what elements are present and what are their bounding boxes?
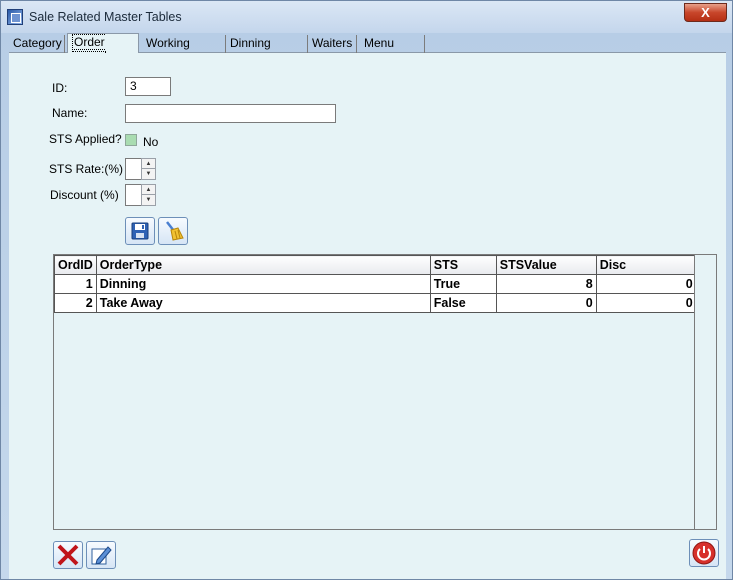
order-types-panel: ID: 3 Name: STS Applied? No STS Rate:(%)…: [9, 53, 726, 579]
cell-ordertype[interactable]: Dinning: [95, 274, 431, 294]
discount-stepper[interactable]: ▲ ▼: [125, 184, 156, 206]
floppy-disk-icon: [131, 222, 149, 240]
title-bar[interactable]: Sale Related Master Tables X: [1, 1, 732, 33]
table-header-row: OrdID OrderType STS STSValue Disc: [54, 255, 697, 275]
cell-disc[interactable]: 0: [595, 293, 697, 313]
column-header-ordertype[interactable]: OrderType: [95, 255, 431, 275]
column-header-disc[interactable]: Disc: [595, 255, 697, 275]
id-label: ID:: [52, 81, 68, 95]
window-title: Sale Related Master Tables: [29, 10, 182, 24]
data-table: OrdID OrderType STS STSValue Disc 1 Dinn…: [54, 255, 697, 313]
tab-waiters[interactable]: Waiters: [308, 35, 357, 53]
cell-sts[interactable]: False: [429, 293, 497, 313]
discount-spin-buttons: ▲ ▼: [141, 184, 156, 206]
column-header-stsvalue[interactable]: STSValue: [495, 255, 597, 275]
sts-applied-value: No: [143, 135, 159, 149]
close-button[interactable]: X: [684, 3, 727, 22]
spin-down-icon[interactable]: ▼: [142, 169, 155, 179]
name-label: Name:: [52, 106, 88, 120]
order-types-grid[interactable]: OrdID OrderType STS STSValue Disc 1 Dinn…: [53, 254, 717, 530]
tab-order-types[interactable]: Order Types: [67, 33, 139, 67]
column-header-sts[interactable]: STS: [429, 255, 497, 275]
delete-button[interactable]: [53, 541, 83, 569]
id-field[interactable]: 3: [125, 77, 171, 96]
column-header-ordid[interactable]: OrdID: [54, 255, 97, 275]
cell-sts[interactable]: True: [429, 274, 497, 294]
table-row[interactable]: 1 Dinning True 8 0: [54, 274, 697, 294]
main-window: Sale Related Master Tables X Category Or…: [0, 0, 733, 580]
edit-button[interactable]: [86, 541, 116, 569]
red-x-icon: [57, 544, 79, 566]
discount-label: Discount (%): [50, 188, 119, 202]
sts-rate-label: STS Rate:(%): [49, 162, 124, 176]
sts-applied-label: STS Applied?: [49, 132, 122, 146]
cell-ordid[interactable]: 2: [54, 293, 97, 313]
app-icon: [7, 9, 23, 25]
tab-strip: Category Order Types Working Shifts Dinn…: [9, 33, 726, 67]
broom-icon: [166, 221, 184, 241]
name-field[interactable]: [125, 104, 336, 123]
cell-stsvalue[interactable]: 8: [495, 274, 597, 294]
sts-rate-spin-buttons: ▲ ▼: [141, 158, 156, 180]
cell-disc[interactable]: 0: [595, 274, 697, 294]
cell-ordertype[interactable]: Take Away: [95, 293, 431, 313]
pencil-icon: [91, 546, 112, 565]
spin-up-icon[interactable]: ▲: [142, 159, 155, 169]
cell-stsvalue[interactable]: 0: [495, 293, 597, 313]
power-icon: [692, 541, 716, 565]
cell-ordid[interactable]: 1: [54, 274, 97, 294]
table-row[interactable]: 2 Take Away False 0 0: [54, 293, 697, 313]
tab-menu-items[interactable]: Menu Items: [360, 35, 425, 67]
save-button[interactable]: [125, 217, 155, 245]
tab-working-shifts[interactable]: Working Shifts: [142, 35, 226, 67]
spin-down-icon[interactable]: ▼: [142, 195, 155, 205]
sts-rate-stepper[interactable]: ▲ ▼: [125, 158, 156, 180]
tab-dinning-tables[interactable]: Dinning Tables: [226, 35, 308, 67]
grid-scrollbar[interactable]: [694, 255, 716, 529]
sts-applied-checkbox[interactable]: [125, 134, 137, 146]
spin-up-icon[interactable]: ▲: [142, 185, 155, 195]
tab-category[interactable]: Category: [9, 35, 65, 53]
clear-button[interactable]: [158, 217, 188, 245]
exit-button[interactable]: [689, 539, 719, 567]
